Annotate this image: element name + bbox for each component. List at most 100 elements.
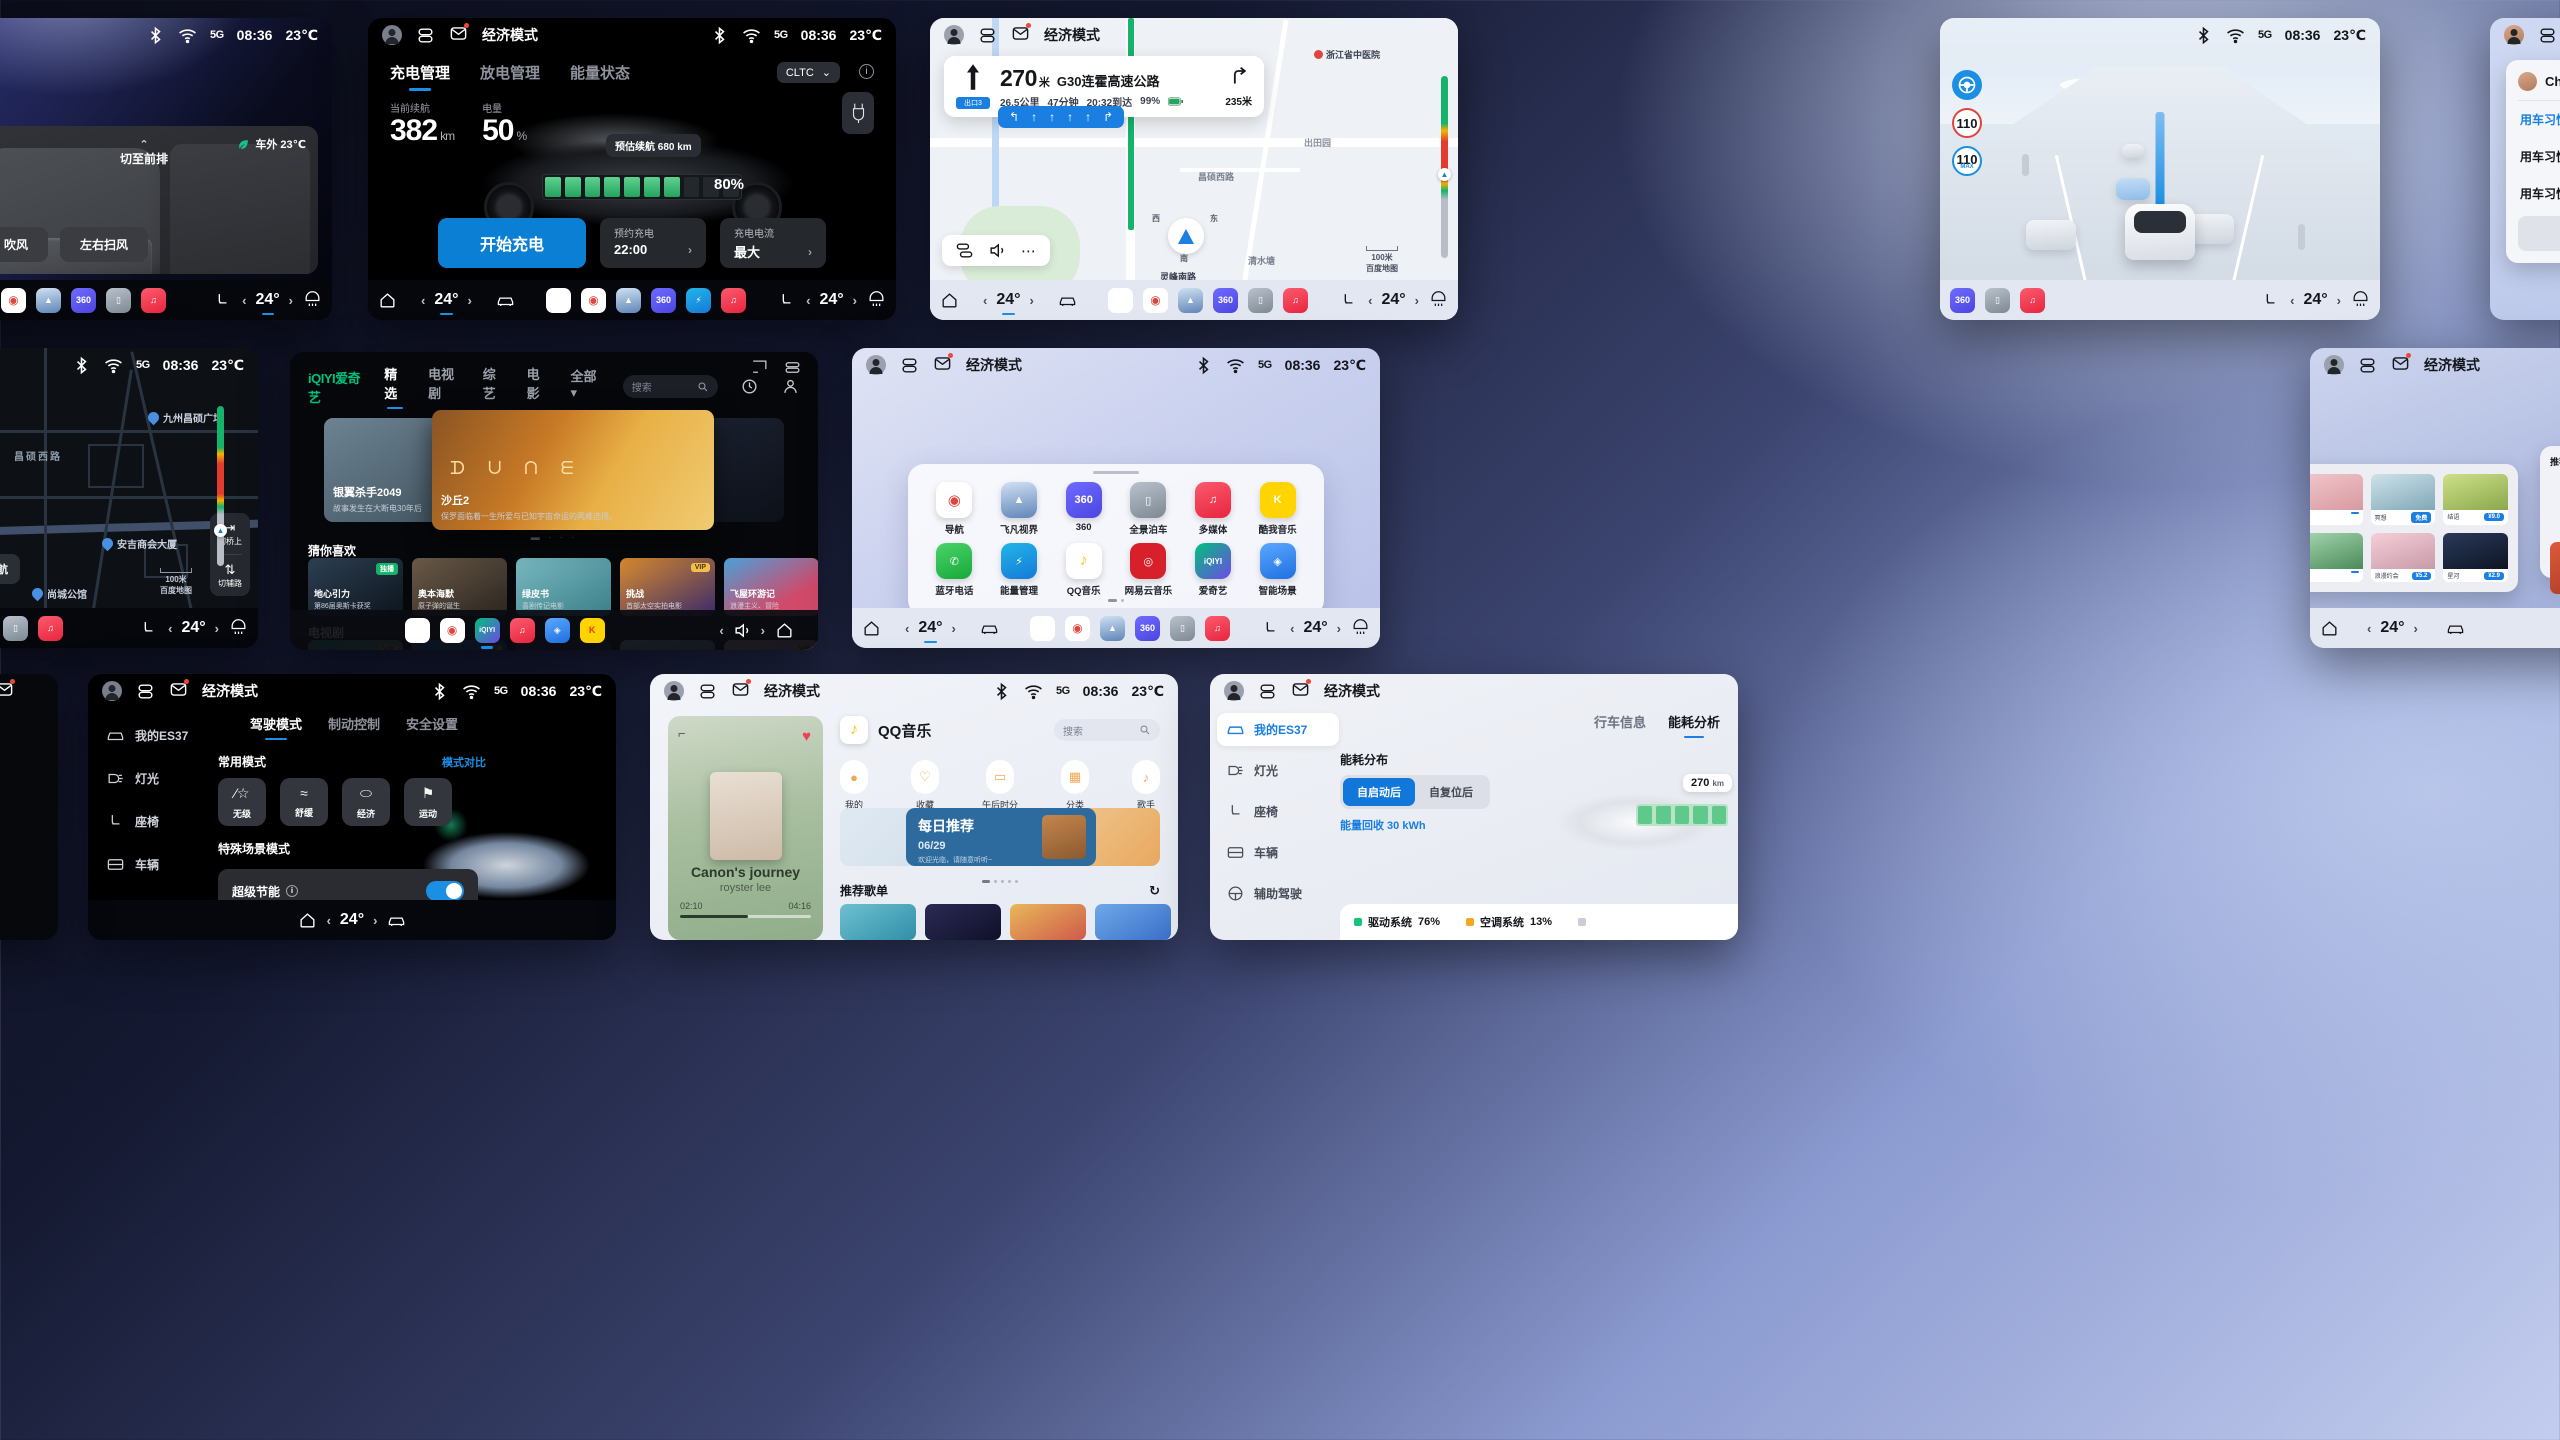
temp-decrease-button[interactable]: ‹ — [2367, 621, 2371, 636]
message-icon[interactable] — [0, 679, 15, 702]
category-genres[interactable]: ▦ 分类 — [1060, 760, 1089, 811]
360-icon[interactable]: 360 — [1950, 287, 1975, 313]
poi-hospital[interactable]: 浙江省中医院 — [1314, 48, 1380, 61]
category-mine[interactable]: ● 我的 — [840, 760, 868, 811]
temperature-stepper[interactable]: ‹ 24° › — [327, 911, 378, 929]
progress-bar[interactable]: 02:10 04:16 — [680, 901, 811, 918]
music-icon[interactable]: ♫ — [509, 617, 535, 643]
sidebar-item-vehicle[interactable]: 车辆 — [1226, 843, 1330, 862]
cards-icon[interactable] — [136, 682, 155, 701]
temp-increase-button[interactable]: › — [289, 293, 293, 308]
avatar[interactable] — [866, 355, 886, 375]
account-icon[interactable] — [781, 377, 800, 396]
wallpaper-item[interactable]: 冥想 免费 — [2370, 474, 2436, 525]
volume-decrease-button[interactable]: ‹ — [719, 623, 723, 638]
car-icon[interactable] — [980, 619, 999, 638]
defrost-icon[interactable] — [229, 618, 248, 638]
temperature-stepper-right[interactable]: ‹ 24° › — [1368, 291, 1419, 309]
temperature-stepper[interactable]: ‹ 24° › — [983, 291, 1034, 315]
message-icon[interactable] — [1291, 679, 1311, 702]
music-icon[interactable]: ♫ — [141, 287, 166, 313]
iqiyi-icon[interactable]: iQIYI — [474, 617, 500, 649]
avatar[interactable] — [664, 681, 684, 701]
temperature-stepper-right[interactable]: ‹ 24° › — [1290, 619, 1341, 637]
movie-card[interactable]: 飞屋环游记 浪漫主义、冒险 — [724, 558, 818, 616]
playlist-card[interactable] — [1095, 904, 1171, 940]
temp-decrease-button[interactable]: ‹ — [421, 293, 425, 308]
seat-icon[interactable] — [2261, 291, 2280, 310]
temp-decrease-button[interactable]: ‹ — [168, 621, 172, 636]
app-vision[interactable]: ▲ 飞凡视界 — [987, 482, 1052, 536]
sweep-air-button[interactable]: 左右扫风 — [60, 227, 149, 262]
tab-drive-mode[interactable]: 驾驶模式 — [250, 714, 302, 741]
baidu-map-icon[interactable]: ◉ — [1065, 615, 1090, 641]
home-icon[interactable] — [2320, 619, 2339, 638]
app-navigation[interactable]: ◉ 导航 — [922, 482, 987, 536]
temp-decrease-button[interactable]: ‹ — [806, 293, 810, 308]
poi-jiuzhou-plaza[interactable]: 九州昌硕广场 — [145, 409, 223, 426]
sidebar-item-seats[interactable]: 座椅 — [1226, 802, 1330, 821]
defrost-icon[interactable] — [1429, 290, 1448, 310]
music-icon[interactable]: ♫ — [1283, 287, 1308, 313]
tab-featured[interactable]: 精选 — [384, 364, 406, 409]
temp-decrease-button[interactable]: ‹ — [983, 293, 987, 308]
app-360[interactable]: 360 360 — [1051, 482, 1116, 536]
cast-icon[interactable] — [750, 358, 769, 377]
movie-card[interactable]: 奥本海默 原子弹的诞生 — [412, 558, 507, 616]
tab-energy-analysis[interactable]: 能耗分析 — [1668, 712, 1720, 739]
sidebar-item-vehicle[interactable]: 车辆 — [106, 855, 216, 874]
vision-icon[interactable]: ▲ — [1178, 287, 1203, 313]
app-drawer-icon[interactable] — [546, 287, 571, 313]
baidu-map-icon[interactable]: ◉ — [1, 287, 26, 313]
message-icon[interactable] — [169, 679, 189, 702]
standard-selector[interactable]: CLTC ⌄ — [776, 62, 840, 83]
history-icon[interactable] — [740, 377, 759, 396]
temp-increase-button[interactable]: › — [468, 293, 472, 308]
tab-charging-management[interactable]: 充电管理 — [390, 62, 450, 92]
temp-increase-button[interactable]: › — [215, 621, 219, 636]
mode-sport[interactable]: ⚑ 运动 — [404, 778, 452, 826]
wallpaper-item[interactable]: 星河 ¥2.9 — [2443, 533, 2508, 582]
temp-increase-button[interactable]: › — [1415, 293, 1419, 308]
carousel-slide-center[interactable]: ᗪ ᑌ ᑎ ᗴ 沙丘2 保罗面临着一生所爱与已知宇宙命运的两难选择。 — [432, 410, 714, 530]
tab-movies[interactable]: 电影 — [527, 364, 549, 409]
avatar[interactable] — [382, 25, 402, 45]
page-indicator[interactable] — [908, 589, 1324, 607]
category-afternoon[interactable]: ▭ 午后时分 — [982, 760, 1018, 811]
tab-safety-settings[interactable]: 安全设置 — [406, 714, 458, 741]
message-icon[interactable] — [449, 23, 469, 46]
continue-navigation-button[interactable]: 继续导航 — [0, 554, 20, 584]
message-icon[interactable] — [731, 679, 751, 702]
temp-decrease-button[interactable]: ‹ — [1368, 293, 1372, 308]
seat-icon[interactable] — [139, 619, 158, 638]
vision-icon[interactable]: ▲ — [36, 287, 61, 313]
scene-icon[interactable]: ◈ — [544, 617, 570, 643]
volume-stepper[interactable]: ‹ › — [719, 621, 765, 640]
music-icon[interactable]: ♫ — [721, 287, 746, 313]
temp-increase-button[interactable]: › — [853, 293, 857, 308]
profile-habit-3[interactable]: 用车习惯3 — [2518, 175, 2560, 212]
info-icon[interactable]: i — [286, 885, 299, 897]
energy-icon[interactable]: ⚡ — [686, 287, 711, 313]
info-icon[interactable]: i — [859, 64, 874, 79]
vision-icon[interactable]: ▲ — [616, 287, 641, 313]
tab-tvseries[interactable]: 电视剧 — [428, 364, 461, 409]
category-favorites[interactable]: ♡ 收藏 — [910, 760, 939, 811]
side-preview-image[interactable] — [2550, 542, 2560, 594]
seat-icon[interactable] — [777, 291, 796, 310]
avatar[interactable] — [2504, 25, 2524, 45]
message-icon[interactable] — [1011, 23, 1031, 46]
defrost-icon[interactable] — [1351, 618, 1370, 638]
seat-icon[interactable] — [1261, 619, 1280, 638]
temp-decrease-button[interactable]: ‹ — [1290, 621, 1294, 636]
expand-icon[interactable]: ⌐ — [678, 726, 686, 741]
temperature-stepper[interactable]: ‹ 24° › — [2290, 291, 2341, 309]
sidebar-item-lights[interactable]: 灯光 — [106, 769, 216, 788]
temperature-stepper[interactable]: ‹ 24° › — [242, 291, 293, 315]
temp-increase-button[interactable]: › — [2337, 293, 2341, 308]
banner-center[interactable]: 每日推荐 06/29 欢迎光临，请随意听听~ — [906, 808, 1096, 866]
category-singers[interactable]: ♪ 歌手 — [1131, 760, 1160, 811]
mode-eco[interactable]: ⬭ 经济 — [342, 778, 390, 826]
tab-variety[interactable]: 综艺 — [483, 364, 505, 409]
sidebar-item-my-es37[interactable]: 我的ES37 — [1217, 713, 1339, 746]
